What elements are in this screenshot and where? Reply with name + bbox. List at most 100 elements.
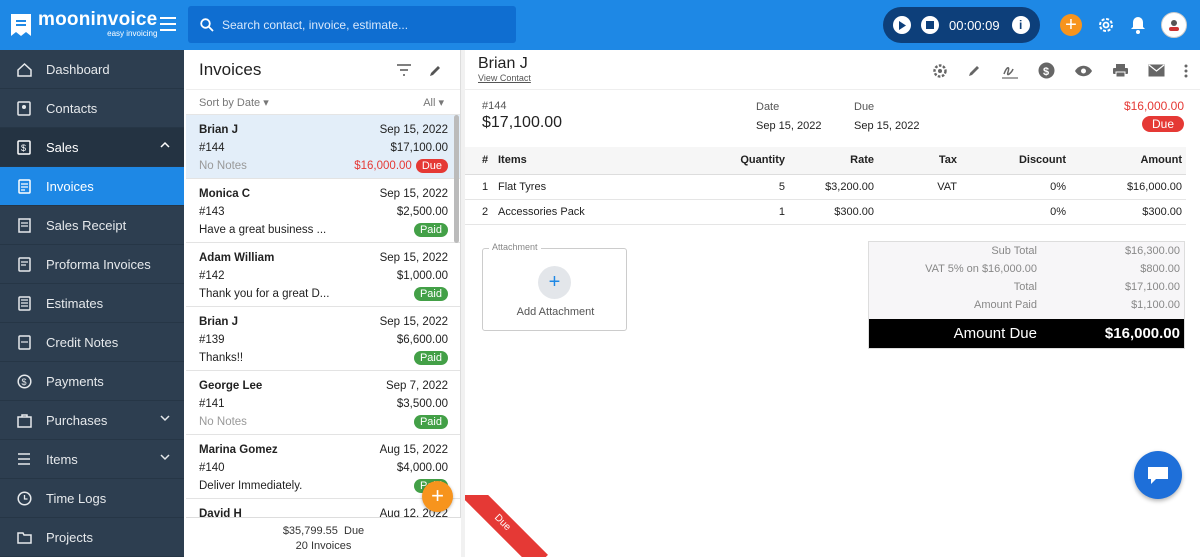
- row-date: Aug 15, 2022: [379, 444, 448, 456]
- row-note: No Notes: [199, 160, 247, 172]
- email-icon[interactable]: [1148, 64, 1165, 77]
- row-date: Sep 7, 2022: [385, 380, 448, 392]
- attachment-legend: Attachment: [489, 242, 541, 252]
- sidebar-item-label: Estimates: [46, 295, 104, 311]
- invoice-total: $17,100.00: [482, 114, 563, 131]
- row-note: Deliver Immediately.: [199, 480, 303, 492]
- logo-icon: [11, 14, 31, 36]
- amount-due-bar: Amount Due $16,000.00: [869, 319, 1184, 348]
- invoice-summary: #144 $17,100.00 Date Sep 15, 2022 Due Se…: [465, 90, 1200, 145]
- sidebar-item-sales[interactable]: $ Sales: [0, 128, 184, 167]
- chat-support-button[interactable]: [1134, 451, 1182, 499]
- sort-dropdown[interactable]: Sort by Date ▾: [199, 96, 269, 109]
- svg-text:$: $: [21, 143, 26, 153]
- row-note: Thanks!!: [199, 352, 244, 364]
- row-customer: Adam William: [199, 252, 275, 264]
- edit-pencil-icon[interactable]: [428, 64, 442, 78]
- sidebar-item-proforma-invoices[interactable]: Proforma Invoices: [0, 245, 184, 284]
- sidebar-item-sales-receipt[interactable]: Sales Receipt: [0, 206, 184, 245]
- stop-icon[interactable]: [921, 16, 939, 34]
- contact-name: Brian J: [478, 55, 528, 72]
- invoice-row[interactable]: Marina Gomez Aug 15, 2022 #140 $4,000.00 D…: [186, 435, 460, 499]
- menu-toggle-icon[interactable]: [160, 17, 176, 31]
- user-avatar[interactable]: [1161, 12, 1187, 38]
- row-customer: Marina Gomez: [199, 444, 278, 456]
- item-qty: 1: [728, 199, 789, 225]
- row-number: #144: [199, 142, 225, 154]
- item-discount: 0%: [961, 199, 1070, 225]
- sidebar-item-contacts[interactable]: Contacts: [0, 89, 184, 128]
- create-new-button[interactable]: +: [1060, 14, 1082, 36]
- row-date: Sep 15, 2022: [379, 188, 448, 200]
- receipt-icon: [16, 217, 32, 233]
- print-icon[interactable]: [1112, 63, 1129, 78]
- status-badge: Paid: [413, 223, 448, 237]
- settings-gear-icon[interactable]: [1097, 16, 1115, 34]
- col-header: Rate: [789, 147, 878, 175]
- row-date: Sep 15, 2022: [379, 316, 448, 328]
- attachment-box[interactable]: Attachment + Add Attachment: [482, 242, 627, 331]
- sidebar-item-purchases[interactable]: Purchases: [0, 401, 184, 440]
- filter-icon[interactable]: [396, 64, 412, 76]
- item-discount: 0%: [961, 174, 1070, 200]
- status-badge: Paid: [413, 351, 448, 365]
- edit-pencil-icon[interactable]: [967, 63, 982, 78]
- sidebar-item-items[interactable]: Items: [0, 440, 184, 479]
- search-icon: [200, 17, 214, 32]
- invoice-rows: Brian J Sep 15, 2022 #144 $17,100.00 No No…: [186, 115, 460, 518]
- add-attachment-plus-icon[interactable]: +: [538, 266, 571, 299]
- sidebar-item-estimates[interactable]: Estimates: [0, 284, 184, 323]
- sidebar-item-invoices[interactable]: Invoices: [0, 167, 184, 206]
- time-logs-icon: [16, 490, 32, 506]
- sidebar-item-label: Proforma Invoices: [46, 256, 151, 272]
- sidebar-item-time-logs[interactable]: Time Logs: [0, 479, 184, 518]
- notifications-bell-icon[interactable]: [1130, 16, 1146, 34]
- settings-gear-icon[interactable]: [932, 63, 948, 79]
- sidebar-item-projects[interactable]: Projects: [0, 518, 184, 557]
- item-name: Flat Tyres: [498, 174, 728, 200]
- filter-dropdown[interactable]: All ▾: [423, 96, 444, 109]
- invoice-row[interactable]: Adam William Sep 15, 2022 #142 $1,000.00 T…: [186, 243, 460, 307]
- invoice-row[interactable]: Brian J Sep 15, 2022 #144 $17,100.00 No No…: [186, 115, 460, 179]
- invoice-row[interactable]: George Lee Sep 7, 2022 #141 $3,500.00 No N…: [186, 371, 460, 435]
- sidebar-item-dashboard[interactable]: Dashboard: [0, 50, 184, 89]
- top-bar: mooninvoice easy invoicing 00:00:09 i +: [0, 0, 1200, 50]
- payment-dollar-icon[interactable]: $: [1038, 62, 1055, 79]
- status-badge: Paid: [413, 287, 448, 301]
- status-badge: Due: [415, 159, 448, 173]
- item-rate: $300.00: [789, 199, 878, 225]
- list-summary-footer: $35,799.55 Due 20 Invoices: [186, 517, 461, 557]
- row-note: No Notes: [199, 416, 247, 428]
- sidebar-item-credit-notes[interactable]: Credit Notes: [0, 323, 184, 362]
- invoice-row[interactable]: Brian J Sep 15, 2022 #139 $6,600.00 Thanks…: [186, 307, 460, 371]
- list-title: Invoices: [199, 59, 262, 79]
- invoice-row[interactable]: David H Aug 12, 2022: [186, 499, 460, 518]
- detail-header: Brian J View Contact $: [465, 50, 1200, 90]
- view-contact-link[interactable]: View Contact: [478, 73, 531, 83]
- app-logo[interactable]: mooninvoice easy invoicing: [10, 10, 157, 38]
- info-icon[interactable]: i: [1011, 16, 1030, 34]
- signature-icon[interactable]: [1001, 63, 1019, 79]
- col-header: Items: [498, 147, 728, 175]
- invoice-row[interactable]: Monica C Sep 15, 2022 #143 $2,500.00 Have …: [186, 179, 460, 243]
- col-header: Discount: [961, 147, 1070, 175]
- row-total: $2,500.00: [396, 206, 448, 218]
- table-row[interactable]: 1 Flat Tyres 5 $3,200.00 VAT 0% $16,000.…: [465, 174, 1186, 200]
- chevron-up-icon: [160, 141, 170, 148]
- row-number: #139: [199, 334, 225, 346]
- invoice-list-header: Invoices: [186, 50, 460, 90]
- play-icon[interactable]: [893, 16, 911, 34]
- ribbon-label: Due: [465, 495, 548, 557]
- list-scrollbar[interactable]: [454, 115, 459, 243]
- more-options-icon[interactable]: [1184, 64, 1188, 78]
- sort-bar: Sort by Date ▾ All ▾: [186, 90, 460, 115]
- row-total: $3,500.00: [396, 398, 448, 410]
- row-date: Sep 15, 2022: [379, 252, 448, 264]
- table-row[interactable]: 2 Accessories Pack 1 $300.00 0% $300.00: [465, 199, 1186, 225]
- search-bar[interactable]: [188, 6, 516, 43]
- sidebar-item-payments[interactable]: $ Payments: [0, 362, 184, 401]
- add-invoice-fab-button[interactable]: +: [422, 481, 453, 512]
- preview-eye-icon[interactable]: [1074, 65, 1093, 77]
- search-input[interactable]: [222, 17, 502, 32]
- estimates-icon: [16, 295, 32, 311]
